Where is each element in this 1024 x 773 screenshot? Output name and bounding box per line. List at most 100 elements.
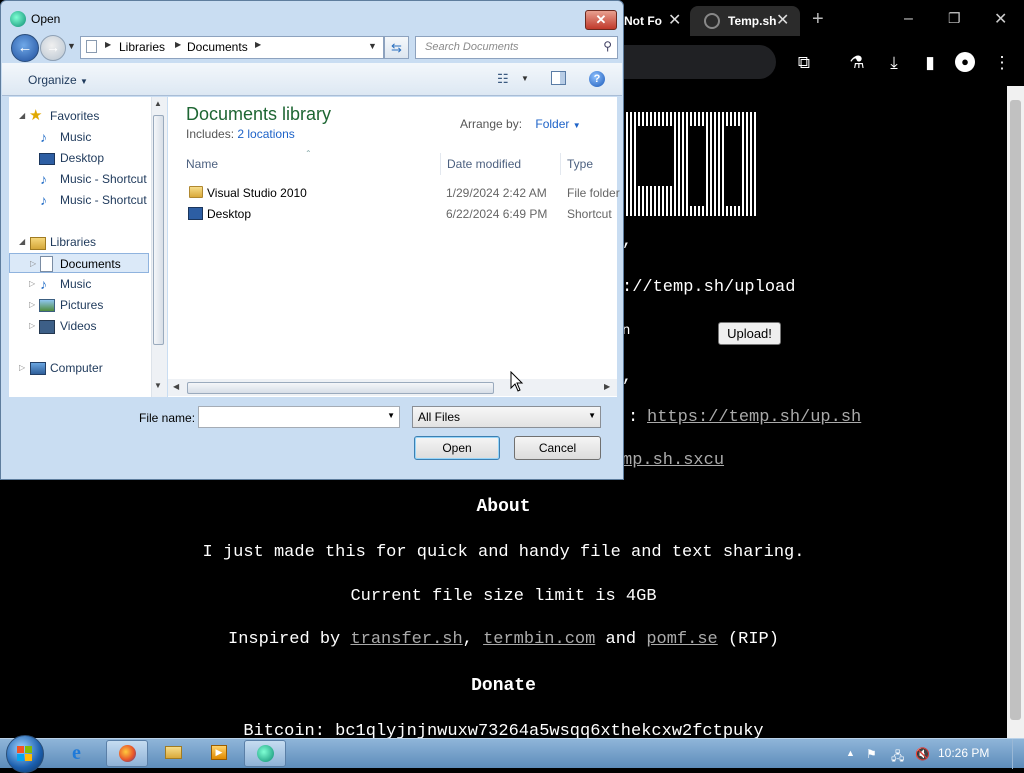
nav-libraries[interactable]: ◢ Libraries	[9, 232, 151, 252]
and-text: and	[605, 630, 637, 649]
chevron-down-icon: ▼	[80, 77, 88, 86]
chrome-open-dialog-icon[interactable]	[244, 740, 286, 767]
nav-pane-scrollbar[interactable]: ▲ ▼	[151, 97, 167, 397]
nav-lib-pictures[interactable]: ▷ Pictures	[9, 295, 151, 315]
start-button[interactable]	[6, 735, 44, 773]
new-tab-button[interactable]: +	[812, 8, 824, 31]
expanded-arrow-icon[interactable]: ◢	[19, 232, 25, 252]
close-window-button[interactable]: ✕	[994, 9, 1007, 29]
scroll-up-arrow-icon[interactable]: ▲	[154, 99, 162, 108]
nav-fav-music-shortcut-2[interactable]: ♪ Music - Shortcut	[9, 190, 151, 210]
breadcrumb-documents[interactable]: Documents	[187, 40, 248, 54]
maximize-button[interactable]: ❐	[948, 10, 961, 27]
show-hidden-icons[interactable]: ▲	[846, 748, 855, 758]
preview-pane-icon[interactable]	[551, 71, 566, 85]
library-title: Documents library	[186, 104, 332, 124]
side-panel-icon[interactable]: ▮	[919, 52, 941, 74]
page-scrollbar-thumb[interactable]	[1010, 100, 1021, 720]
recent-pages-dropdown-icon[interactable]: ▼	[67, 41, 76, 51]
column-date-modified[interactable]: Date modified	[447, 157, 521, 171]
breadcrumb[interactable]: ▶ Libraries ▶ Documents ▶ ▼	[80, 36, 384, 59]
firefox-icon[interactable]	[106, 740, 148, 767]
open-button[interactable]: Open	[414, 436, 500, 460]
column-type[interactable]: Type	[567, 157, 593, 171]
upload-button[interactable]: Upload!	[718, 322, 781, 345]
arrange-dropdown[interactable]: Folder ▼	[535, 117, 580, 131]
scroll-left-arrow-icon[interactable]: ◀	[173, 382, 179, 391]
menu-kebab-icon[interactable]: ⋮	[991, 52, 1013, 74]
tab-not-found[interactable]: Not Fo ✕	[624, 6, 696, 36]
media-player-icon[interactable]: ▶	[198, 740, 240, 767]
collapsed-arrow-icon[interactable]: ▷	[30, 254, 36, 274]
refresh-icon[interactable]: ⇆	[384, 36, 409, 59]
column-name[interactable]: Name	[186, 157, 218, 171]
minimize-button[interactable]: –	[904, 10, 913, 28]
labs-flask-icon[interactable]: ⚗	[846, 52, 868, 74]
view-options-icon[interactable]: ☷	[497, 71, 509, 87]
chevron-down-icon: ▼	[572, 121, 581, 130]
scroll-down-arrow-icon[interactable]: ▼	[154, 381, 162, 390]
file-row[interactable]: Visual Studio 2010 1/29/2024 2:42 AM Fil…	[168, 183, 620, 203]
chrome-app-icon	[10, 11, 26, 27]
nav-lib-videos[interactable]: ▷ Videos	[9, 316, 151, 336]
chevron-right-icon: ▶	[105, 40, 112, 49]
music-note-icon: ♪	[40, 129, 47, 145]
scroll-right-arrow-icon[interactable]: ▶	[604, 382, 610, 391]
cancel-button[interactable]: Cancel	[514, 436, 601, 460]
nav-favorites[interactable]: ◢ ★ Favorites	[9, 106, 151, 126]
taskbar-clock[interactable]: 10:26 PM	[938, 746, 989, 760]
libraries-icon	[30, 237, 46, 250]
nav-scroll-thumb[interactable]	[153, 115, 164, 345]
hscroll-thumb[interactable]	[187, 382, 494, 394]
nav-fav-desktop[interactable]: Desktop	[9, 148, 151, 168]
nav-computer[interactable]: ▷ Computer	[9, 358, 151, 378]
action-center-flag-icon[interactable]: ⚑	[866, 747, 877, 761]
file-row[interactable]: Desktop 6/22/2024 6:49 PM Shortcut	[168, 204, 617, 224]
star-icon: ★	[29, 107, 43, 124]
file-name-input[interactable]: ▼	[198, 406, 400, 428]
up-sh-link[interactable]: https://temp.sh/up.sh	[647, 408, 861, 427]
profile-avatar-icon[interactable]: ●	[955, 52, 975, 72]
breadcrumb-libraries[interactable]: Libraries	[119, 40, 165, 54]
show-desktop-button[interactable]	[1012, 739, 1024, 769]
search-placeholder: Search Documents	[425, 41, 519, 53]
explorer-icon[interactable]	[152, 740, 194, 767]
organize-button[interactable]: Organize ▼	[28, 73, 88, 87]
dialog-close-button[interactable]: ✕	[585, 10, 617, 30]
search-icon[interactable]: ⚲	[603, 39, 612, 53]
chevron-down-icon[interactable]: ▼	[368, 41, 377, 51]
collapsed-arrow-icon[interactable]: ▷	[29, 295, 35, 315]
nav-lib-music[interactable]: ▷ ♪ Music	[9, 274, 151, 294]
pomf-link[interactable]: pomf.se	[646, 630, 717, 649]
download-icon[interactable]: ⤓	[883, 52, 905, 74]
search-input[interactable]: Search Documents ⚲	[415, 36, 618, 59]
chevron-right-icon: ▶	[175, 40, 182, 49]
collapsed-arrow-icon[interactable]: ▷	[29, 316, 35, 336]
expanded-arrow-icon[interactable]: ◢	[19, 106, 25, 126]
locations-link[interactable]: 2 locations	[237, 127, 294, 141]
tab-temp-sh[interactable]: Temp.sh ✕	[690, 6, 800, 36]
ie-icon[interactable]: e	[60, 740, 102, 767]
nav-lib-documents[interactable]: ▷ Documents	[9, 253, 149, 273]
forward-arrow-icon[interactable]: →	[40, 35, 66, 61]
back-arrow-icon[interactable]: ←	[11, 34, 39, 62]
windows-taskbar: e ▶ ▲ ⚑ 🖧 🔇 10:26 PM	[0, 735, 1024, 773]
collapsed-arrow-icon[interactable]: ▷	[29, 274, 35, 294]
nav-fav-music[interactable]: ♪ Music	[9, 127, 151, 147]
network-icon[interactable]: 🖧	[891, 747, 904, 768]
transfer-sh-link[interactable]: transfer.sh	[350, 630, 462, 649]
close-icon[interactable]: ✕	[668, 6, 681, 36]
sxcu-link[interactable]: mp.sh.sxcu	[622, 451, 724, 470]
chevron-down-icon[interactable]: ▼	[521, 74, 529, 83]
donate-heading: Donate	[471, 676, 536, 696]
collapsed-arrow-icon[interactable]: ▷	[19, 358, 25, 378]
sort-ascending-icon: ⌃	[305, 149, 312, 158]
file-type-filter[interactable]: All Files ▼	[412, 406, 601, 428]
close-icon[interactable]: ✕	[776, 6, 789, 36]
help-icon[interactable]: ?	[589, 71, 605, 87]
chevron-down-icon[interactable]: ▼	[387, 411, 395, 420]
extensions-icon[interactable]: ⧉	[793, 52, 815, 74]
volume-muted-icon[interactable]: 🔇	[915, 747, 930, 761]
nav-fav-music-shortcut-1[interactable]: ♪ Music - Shortcut	[9, 169, 151, 189]
termbin-link[interactable]: termbin.com	[483, 630, 595, 649]
